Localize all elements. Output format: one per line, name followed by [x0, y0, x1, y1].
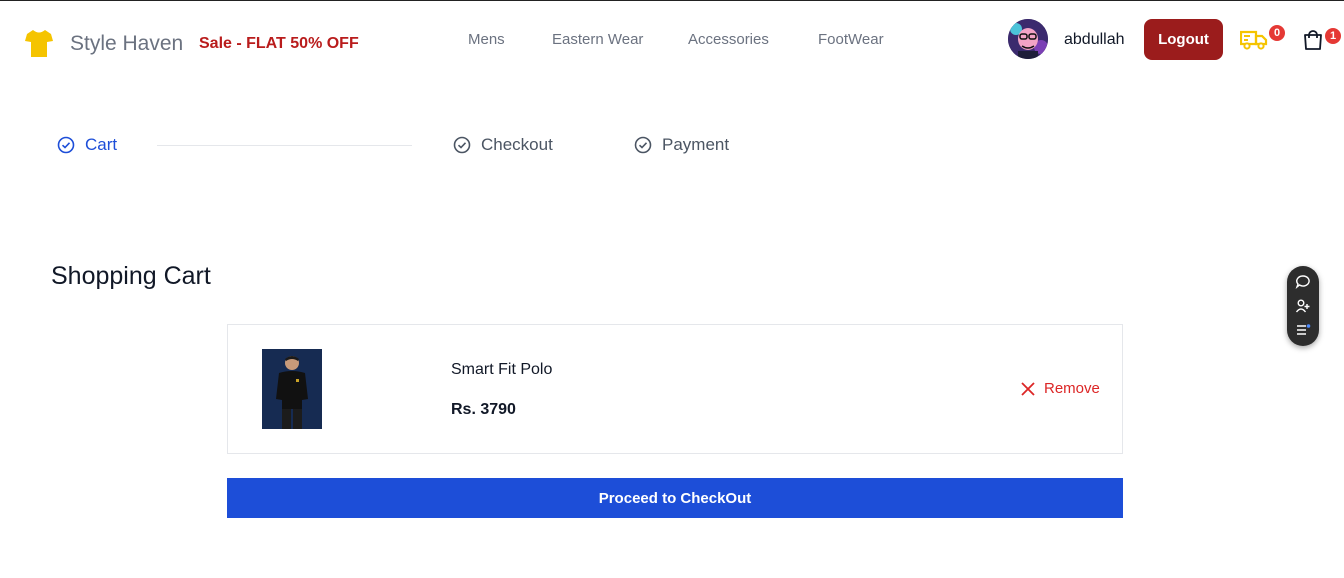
logout-button[interactable]: Logout — [1144, 19, 1223, 60]
page-title: Shopping Cart — [51, 262, 211, 290]
nav-mens[interactable]: Mens — [468, 31, 505, 48]
sale-banner: Sale - FLAT 50% OFF — [199, 35, 359, 52]
check-circle-icon — [634, 136, 652, 154]
cart-item: Smart Fit Polo Rs. 3790 Remove — [227, 324, 1123, 454]
add-user-icon[interactable] — [1295, 298, 1311, 314]
step-label: Checkout — [481, 135, 553, 154]
nav-accessories[interactable]: Accessories — [688, 31, 769, 48]
check-circle-icon — [57, 136, 75, 154]
step-label: Cart — [85, 135, 118, 154]
nav-footwear[interactable]: FootWear — [818, 31, 884, 48]
product-price: Rs. 3790 — [451, 401, 516, 418]
site-header: Style Haven Sale - FLAT 50% OFF Mens Eas… — [0, 1, 1344, 81]
close-icon — [1021, 381, 1035, 396]
list-icon[interactable] — [1295, 322, 1311, 338]
step-payment[interactable]: Payment — [634, 135, 729, 155]
check-circle-icon — [453, 136, 471, 154]
shopping-bag-icon[interactable] — [1302, 29, 1324, 51]
avatar[interactable] — [1008, 19, 1048, 59]
tshirt-icon[interactable] — [24, 27, 54, 59]
remove-button[interactable]: Remove — [1020, 380, 1100, 397]
step-cart[interactable]: Cart — [57, 135, 117, 155]
truck-count-badge: 0 — [1269, 25, 1285, 41]
step-checkout[interactable]: Checkout — [453, 135, 553, 155]
cart-count-badge: 1 — [1325, 28, 1341, 44]
delivery-truck-icon[interactable] — [1240, 27, 1268, 51]
nav-eastern-wear[interactable]: Eastern Wear — [552, 31, 643, 48]
brand-name[interactable]: Style Haven — [70, 32, 183, 56]
step-label: Payment — [662, 135, 730, 154]
chat-bubble-icon[interactable] — [1295, 274, 1311, 290]
product-name[interactable]: Smart Fit Polo — [451, 361, 552, 379]
username: abdullah — [1064, 31, 1125, 48]
proceed-to-checkout-button[interactable]: Proceed to CheckOut — [227, 478, 1123, 518]
step-divider — [157, 145, 412, 146]
floating-toolbar — [1287, 266, 1319, 346]
product-image[interactable] — [262, 349, 322, 429]
remove-label: Remove — [1044, 380, 1100, 397]
